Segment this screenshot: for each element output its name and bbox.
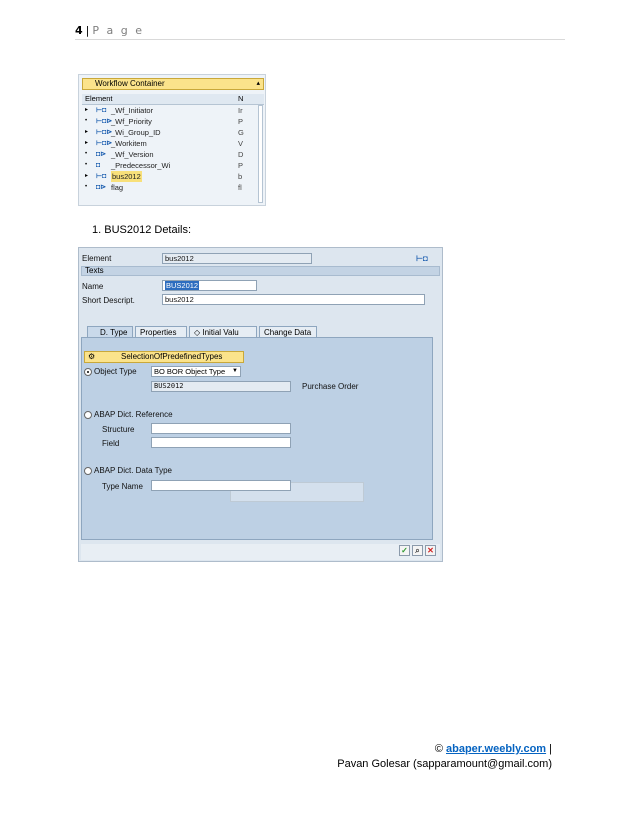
types-icon: ⚙ bbox=[88, 352, 96, 361]
workflow-row-short: P bbox=[238, 117, 244, 126]
element-type-icon: ⊢◘⊳ bbox=[96, 140, 113, 147]
container-element-dialog: Element bus2012 ⊢◘ Texts Name BUS2012 Sh… bbox=[78, 247, 443, 562]
object-type-label: Object Type bbox=[94, 367, 137, 376]
dialog-button-bar: ✓ ⌕ ✕ bbox=[81, 544, 440, 560]
site-link[interactable]: abaper.weebly.com bbox=[446, 743, 546, 755]
workflow-row-name: _Wf_Priority bbox=[111, 117, 152, 126]
workflow-row-name: _Wf_Initiator bbox=[111, 106, 154, 115]
workflow-row-name: bus2012 bbox=[111, 171, 142, 182]
workflow-scrollbar[interactable] bbox=[258, 105, 263, 203]
page-header: 4 | P a g e bbox=[75, 24, 144, 37]
short-descript-field[interactable]: bus2012 bbox=[162, 294, 425, 305]
field-label: Field bbox=[102, 439, 120, 448]
element-type-icon: ◘⊳ bbox=[96, 151, 107, 158]
element-type-icon: ◘⊳ bbox=[96, 184, 107, 191]
structure-field[interactable] bbox=[151, 423, 291, 434]
expand-arrow-icon[interactable]: • bbox=[85, 160, 87, 171]
expand-arrow-icon[interactable]: • bbox=[85, 182, 87, 193]
expand-arrow-icon[interactable]: ▸ bbox=[85, 171, 88, 182]
object-type-select-value: BO BOR Object Type bbox=[154, 367, 226, 376]
element-type-icon: ⊢◘ bbox=[96, 107, 107, 114]
element-label: Element bbox=[82, 254, 112, 263]
element-type-icon: ◘ bbox=[96, 162, 101, 169]
texts-section-header: Texts bbox=[81, 266, 440, 276]
workflow-column-header: Element N bbox=[82, 94, 264, 105]
element-type-icon: ⊢◘ bbox=[96, 173, 107, 180]
header-rule bbox=[75, 39, 565, 40]
workflow-row[interactable]: • ◘ _Predecessor_Wi P bbox=[82, 160, 264, 171]
page-label: P a g e bbox=[92, 24, 144, 37]
expand-arrow-icon[interactable]: • bbox=[85, 116, 87, 127]
short-descript-label: Short Descript. bbox=[82, 296, 135, 305]
cancel-x-icon[interactable]: ✕ bbox=[425, 545, 436, 556]
field-field[interactable] bbox=[151, 437, 291, 448]
workflow-row[interactable]: • ⊢◘⊳ _Wf_Priority P bbox=[82, 116, 264, 127]
expand-arrow-icon[interactable]: ▸ bbox=[85, 127, 88, 138]
workflow-row-short: P bbox=[238, 161, 244, 170]
workflow-row-name: flag bbox=[111, 183, 124, 192]
search-icon[interactable]: ⌕ bbox=[412, 545, 423, 556]
d-type-tab-panel: ⚙ SelectionOfPredefinedTypes Object Type… bbox=[81, 337, 433, 540]
workflow-row-name: _Workitem bbox=[111, 139, 147, 148]
workflow-row-name: _Wf_Version bbox=[111, 150, 154, 159]
workflow-row[interactable]: ▸ ⊢◘ _Wf_Initiator Ir bbox=[82, 105, 264, 116]
element-field: bus2012 bbox=[162, 253, 312, 264]
copyright-symbol: © bbox=[434, 743, 443, 755]
expand-arrow-icon[interactable]: ▸ bbox=[85, 138, 88, 149]
page-number: 4 bbox=[75, 24, 83, 37]
workflow-row-short: G bbox=[238, 128, 244, 137]
workflow-row-name: _Predecessor_Wi bbox=[111, 161, 171, 170]
workflow-row-short: b bbox=[238, 172, 243, 181]
workflow-row[interactable]: ▸ ⊢◘⊳ _Workitem V bbox=[82, 138, 264, 149]
type-name-label: Type Name bbox=[102, 482, 143, 491]
element-type-icon: ⊢◘⊳ bbox=[96, 129, 113, 136]
workflow-row[interactable]: • ◘⊳ flag fl bbox=[82, 182, 264, 193]
object-type-description: Purchase Order bbox=[302, 382, 359, 391]
chevron-down-icon: ▼ bbox=[232, 368, 238, 374]
workflow-row-short: V bbox=[238, 139, 244, 148]
abap-dict-data-type-label: ABAP Dict. Data Type bbox=[94, 466, 172, 475]
confirm-check-icon[interactable]: ✓ bbox=[399, 545, 410, 556]
workflow-row[interactable]: • ◘⊳ _Wf_Version D bbox=[82, 149, 264, 160]
workflow-row-short: fl bbox=[238, 183, 242, 192]
tab-d-type-label: D. Type bbox=[100, 328, 128, 337]
name-label: Name bbox=[82, 282, 104, 291]
selection-predefined-types-button[interactable]: ⚙ SelectionOfPredefinedTypes bbox=[84, 351, 244, 363]
abap-dict-reference-radio[interactable] bbox=[84, 411, 92, 419]
dropdown-arrow-icon[interactable]: ▴ bbox=[256, 79, 260, 89]
object-type-radio[interactable] bbox=[84, 368, 92, 376]
expand-arrow-icon[interactable]: • bbox=[85, 149, 87, 160]
page-separator: | bbox=[85, 24, 90, 37]
tab-initial-value-label: Initial Valu bbox=[202, 328, 239, 337]
element-type-icon: ⊢◘⊳ bbox=[96, 118, 113, 125]
workflow-row[interactable]: ▸ ⊢◘ bus2012 b bbox=[82, 171, 264, 182]
name-field-value: BUS2012 bbox=[165, 281, 200, 290]
workflow-container-panel: Workflow Container ▴ Element N ▸ ⊢◘ _Wf_In… bbox=[78, 74, 266, 206]
column-element[interactable]: Element bbox=[85, 94, 113, 104]
selection-predefined-types-label: SelectionOfPredefinedTypes bbox=[121, 352, 223, 361]
name-field[interactable]: BUS2012 bbox=[162, 280, 257, 291]
workflow-row[interactable]: ▸ ⊢◘⊳ _Wi_Group_ID G bbox=[82, 127, 264, 138]
type-name-field[interactable] bbox=[151, 480, 291, 491]
object-type-value-field[interactable]: BUS2012 bbox=[151, 381, 291, 392]
abap-dict-reference-label: ABAP Dict. Reference bbox=[94, 410, 173, 419]
abap-dict-data-type-radio[interactable] bbox=[84, 467, 92, 475]
workflow-container-title-text: Workflow Container bbox=[95, 79, 165, 88]
object-type-select[interactable]: BO BOR Object Type ▼ bbox=[151, 366, 241, 377]
structure-label: Structure bbox=[102, 425, 135, 434]
footer-author: Pavan Golesar (sapparamount@gmail.com) bbox=[337, 758, 552, 770]
expand-arrow-icon[interactable]: ▸ bbox=[85, 105, 88, 116]
workflow-row-name: _Wi_Group_ID bbox=[111, 128, 161, 137]
footer-separator: | bbox=[549, 743, 552, 755]
workflow-container-title[interactable]: Workflow Container ▴ bbox=[82, 78, 264, 90]
column-short[interactable]: N bbox=[238, 94, 243, 104]
footer-link-line: © abaper.weebly.com | bbox=[435, 743, 552, 755]
workflow-row-short: Ir bbox=[238, 106, 243, 115]
workflow-row-short: D bbox=[238, 150, 244, 159]
section-caption: 1. BUS2012 Details: bbox=[92, 224, 192, 236]
element-type-icon: ⊢◘ bbox=[416, 254, 428, 263]
